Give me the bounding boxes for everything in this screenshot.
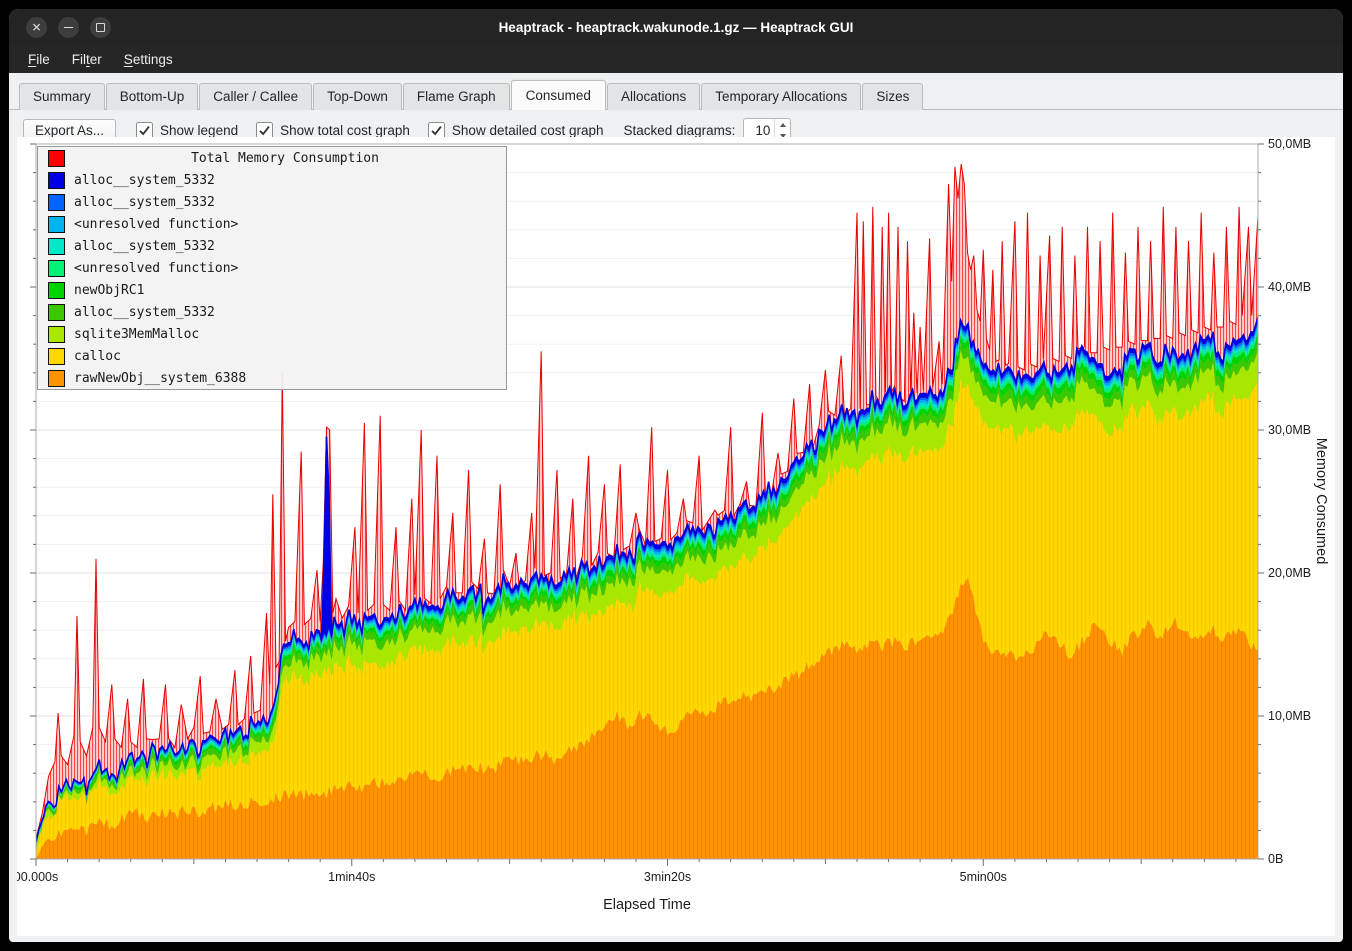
y-tick-label: 10,0MB [1268,709,1311,723]
legend-label: alloc__system_5332 [74,239,215,254]
stacked-diagrams-label: Stacked diagrams: [624,123,736,138]
legend-label: sqlite3MemMalloc [74,327,199,342]
chevron-up-icon [780,123,786,127]
legend-swatch [48,370,65,387]
minimize-icon [64,27,73,29]
legend-label: newObjRC1 [74,283,144,298]
maximize-icon [96,23,105,32]
checkbox-label: Show detailed cost graph [452,123,604,138]
legend-title: Total Memory Consumption [74,151,496,166]
menu-file[interactable]: File [17,48,61,71]
y-tick-label: 0B [1268,852,1283,866]
tab-flame-graph[interactable]: Flame Graph [403,83,510,110]
y-axis-title: Memory Consumed [1313,438,1329,565]
x-tick-label: 3min20s [644,870,691,884]
menu-filter[interactable]: Filter [61,48,113,71]
legend-label: <unresolved function> [74,217,238,232]
legend-swatch [48,150,65,167]
tab-allocations[interactable]: Allocations [607,83,700,110]
legend-swatch [48,260,65,277]
legend-item: sqlite3MemMalloc [38,323,506,345]
legend-swatch [48,326,65,343]
tab-top-down[interactable]: Top-Down [313,83,402,110]
y-tick-label: 30,0MB [1268,423,1311,437]
maximize-button[interactable] [90,17,111,38]
legend-item: alloc__system_5332 [38,235,506,257]
checkbox-label: Show total cost graph [280,123,410,138]
legend-label: <unresolved function> [74,261,238,276]
spinner-up-button[interactable] [775,119,790,131]
menu-settings[interactable]: Settings [113,48,184,71]
close-icon: ✕ [31,21,41,33]
close-button[interactable]: ✕ [26,17,47,38]
titlebar: ✕ Heaptrack - heaptrack.wakunode.1.gz — … [9,9,1343,46]
legend-label: alloc__system_5332 [74,173,215,188]
y-tick-label: 20,0MB [1268,566,1311,580]
legend-label: alloc__system_5332 [74,195,215,210]
legend-item: alloc__system_5332 [38,169,506,191]
tab-summary[interactable]: Summary [19,83,105,110]
legend-item: alloc__system_5332 [38,301,506,323]
legend-item: alloc__system_5332 [38,191,506,213]
legend-swatch [48,172,65,189]
tab-caller-callee[interactable]: Caller / Callee [199,83,312,110]
x-tick-label: 00.000s [17,870,58,884]
app-window: ✕ Heaptrack - heaptrack.wakunode.1.gz — … [9,9,1343,942]
legend-swatch [48,238,65,255]
legend-swatch [48,348,65,365]
window-title: Heaptrack - heaptrack.wakunode.1.gz — He… [9,20,1343,35]
legend-swatch [48,194,65,211]
chart-legend: Total Memory Consumption alloc__system_53… [37,146,507,390]
tabbar: SummaryBottom-UpCaller / CalleeTop-DownF… [9,73,1343,110]
tab-temporary-allocations[interactable]: Temporary Allocations [701,83,861,110]
legend-item: rawNewObj__system_6388 [38,367,506,389]
legend-title-row: Total Memory Consumption [38,147,506,169]
legend-label: alloc__system_5332 [74,305,215,320]
minimize-button[interactable] [58,17,79,38]
window-controls: ✕ [26,9,111,46]
legend-swatch [48,304,65,321]
tab-sizes[interactable]: Sizes [862,83,923,110]
legend-label: calloc [74,349,121,364]
x-tick-label: 5min00s [960,870,1007,884]
legend-item: <unresolved function> [38,257,506,279]
legend-label: rawNewObj__system_6388 [74,371,246,386]
y-tick-label: 40,0MB [1268,280,1311,294]
menubar: FileFilterSettings [9,46,1343,73]
tab-consumed[interactable]: Consumed [511,80,606,110]
legend-item: <unresolved function> [38,213,506,235]
x-axis-title: Elapsed Time [36,897,1258,913]
legend-item: newObjRC1 [38,279,506,301]
legend-swatch [48,282,65,299]
legend-item: calloc [38,345,506,367]
tab-bottom-up[interactable]: Bottom-Up [106,83,199,110]
chart-panel: 00.000s 1min40s 3min20s 5min00s 0B 10,0MB 20,0… [17,137,1335,936]
legend-swatch [48,216,65,233]
x-tick-label: 1min40s [328,870,375,884]
y-tick-label: 50,0MB [1268,137,1311,151]
checkbox-label: Show legend [160,123,238,138]
